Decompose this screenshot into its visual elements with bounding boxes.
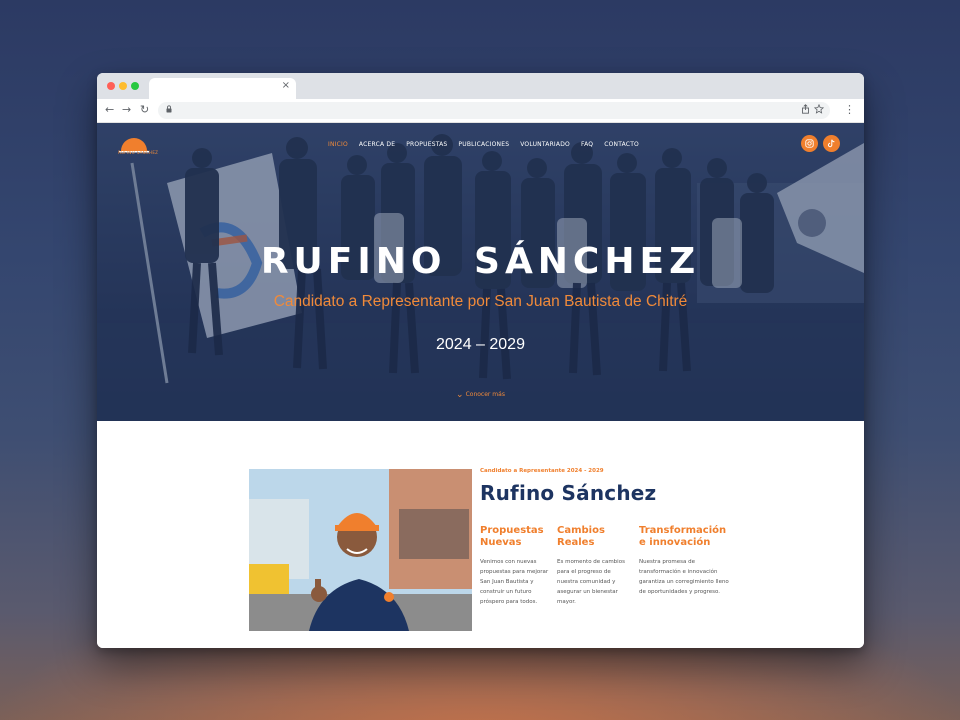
main-nav: INICIO ACERCA DE PROPUESTAS PUBLICACIONE… — [328, 141, 639, 148]
feature-title: Transformación e innovación — [639, 525, 727, 548]
learn-more-link[interactable]: ⌄ Conocer más — [97, 390, 864, 400]
tab-bar: × — [97, 73, 864, 99]
feature-column: Propuestas Nuevas Venimos con nuevas pro… — [480, 525, 550, 607]
url-input[interactable] — [158, 102, 830, 119]
hero-subtitle: Candidato a Representante por San Juan B… — [273, 293, 688, 310]
back-button[interactable]: ← — [105, 103, 114, 117]
feature-text: Nuestra promesa de transformación e inno… — [639, 559, 729, 595]
address-bar: ← → ↻ ⋮ — [97, 99, 864, 123]
hero-years: 2024 – 2029 — [436, 336, 525, 353]
learn-more-label: Conocer más — [465, 391, 505, 398]
about-section: Candidato a Representante 2024 - 2029 Ru… — [97, 421, 864, 648]
nav-contacto[interactable]: CONTACTO — [604, 141, 639, 148]
maximize-window-button[interactable] — [131, 82, 139, 90]
candidate-name: Rufino Sánchez — [480, 481, 657, 505]
candidate-photo — [249, 469, 472, 631]
tab-close-icon[interactable]: × — [282, 80, 290, 91]
logo-wordmark: RUFINO SÁNCHEZ — [118, 150, 159, 155]
nav-propuestas[interactable]: PROPUESTAS — [406, 141, 447, 148]
reload-button[interactable]: ↻ — [140, 103, 149, 117]
forward-button[interactable]: → — [122, 103, 131, 117]
feature-column: Cambios Reales Es momento de cambios par… — [557, 525, 631, 607]
nav-voluntariado[interactable]: VOLUNTARIADO — [520, 141, 570, 148]
nav-inicio[interactable]: INICIO — [328, 141, 348, 148]
browser-window: × ← → ↻ ⋮ RUFINO SÁNCHEZ INICIO ACERCA D… — [97, 73, 864, 648]
browser-menu-button[interactable]: ⋮ — [844, 103, 855, 117]
chevron-down-icon: ⌄ — [456, 390, 464, 400]
instagram-icon[interactable] — [801, 135, 818, 152]
feature-column: Transformación e innovación Nuestra prom… — [639, 525, 731, 597]
nav-publicaciones[interactable]: PUBLICACIONES — [458, 141, 509, 148]
minimize-window-button[interactable] — [119, 82, 127, 90]
share-icon[interactable] — [801, 104, 810, 114]
tiktok-icon[interactable] — [823, 135, 840, 152]
hero-title: RUFINO SÁNCHEZ — [260, 241, 701, 282]
browser-tab[interactable]: × — [149, 78, 296, 99]
lock-icon — [166, 105, 172, 113]
feature-text: Es momento de cambios para el progreso d… — [557, 559, 625, 605]
feature-title: Propuestas Nuevas — [480, 525, 544, 548]
hero-section: RUFINO SÁNCHEZ INICIO ACERCA DE PROPUEST… — [97, 123, 864, 421]
feature-title: Cambios Reales — [557, 525, 605, 548]
close-window-button[interactable] — [107, 82, 115, 90]
star-icon[interactable] — [814, 104, 824, 114]
nav-acerca-de[interactable]: ACERCA DE — [359, 141, 395, 148]
about-kicker: Candidato a Representante 2024 - 2029 — [480, 468, 604, 474]
feature-text: Venimos con nuevas propuestas para mejor… — [480, 559, 549, 605]
nav-faq[interactable]: FAQ — [581, 141, 593, 148]
